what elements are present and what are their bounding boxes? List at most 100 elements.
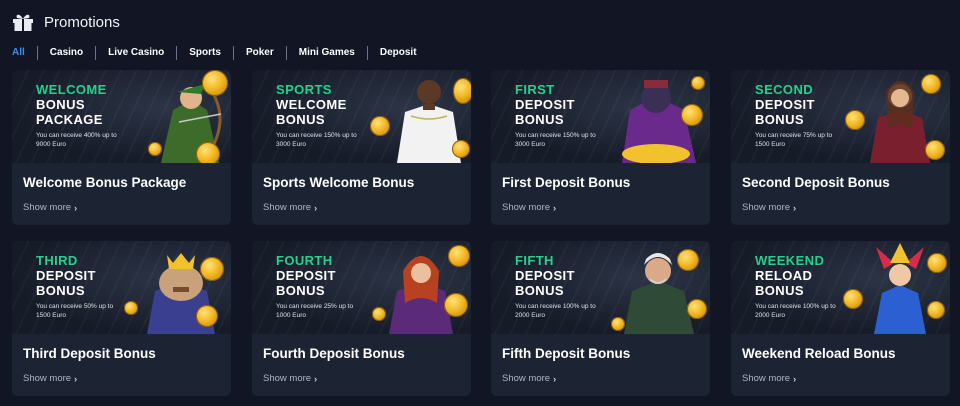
filter-casino[interactable]: Casino [36, 46, 95, 60]
show-more-link[interactable]: Show more › [263, 373, 317, 384]
promo-title[interactable]: Third Deposit Bonus [23, 346, 156, 361]
banner-line-1: THIRD [36, 253, 78, 268]
filter-live-casino[interactable]: Live Casino [95, 46, 176, 60]
promo-title[interactable]: Fifth Deposit Bonus [502, 346, 630, 361]
banner-line-2: RELOAD [755, 268, 813, 283]
banner-line-1: WEEKEND [755, 253, 825, 268]
banner-line-2: DEPOSIT [755, 97, 815, 112]
show-more-label: Show more [502, 202, 551, 213]
banner-line-2: WELCOME [276, 97, 347, 112]
banner-line-3: BONUS [755, 283, 804, 298]
promo-card-third-deposit[interactable]: THIRD DEPOSIT BONUS You can receive 50% … [12, 241, 231, 396]
coin-icon [452, 140, 470, 158]
chevron-right-icon: › [553, 202, 557, 213]
banner-line-1: SECOND [755, 82, 814, 97]
coin-icon [448, 245, 470, 267]
banner-line-1: WELCOME [36, 82, 107, 97]
filter-all[interactable]: All [12, 46, 37, 60]
coin-icon [370, 116, 390, 136]
chevron-right-icon: › [74, 202, 78, 213]
filter-sports[interactable]: Sports [176, 46, 233, 60]
coin-icon [444, 293, 468, 317]
banner-line-1: SPORTS [276, 82, 332, 97]
banner-line-3: BONUS [276, 112, 325, 127]
banner-description: You can receive 400% up to 9000 Euro [36, 132, 117, 148]
show-more-link[interactable]: Show more › [742, 202, 796, 213]
banner-headline: SECOND DEPOSIT BONUS [755, 82, 815, 127]
banner-line-3: PACKAGE [36, 112, 103, 127]
banner-description: You can receive 150% up to 3000 Euro [276, 132, 357, 148]
show-more-link[interactable]: Show more › [23, 373, 77, 384]
banner-headline: THIRD DEPOSIT BONUS [36, 253, 96, 298]
banner-line-3: BONUS [515, 283, 564, 298]
promo-card-fourth-deposit[interactable]: FOURTH DEPOSIT BONUS You can receive 25%… [252, 241, 471, 396]
show-more-link[interactable]: Show more › [742, 373, 796, 384]
page-title: Promotions [44, 13, 120, 31]
banner-description: You can receive 100% up to 2000 Euro [515, 303, 596, 319]
banner-line-1: FIFTH [515, 253, 554, 268]
promo-banner[interactable]: FIFTH DEPOSIT BONUS You can receive 100%… [491, 241, 710, 334]
banner-line-2: DEPOSIT [515, 97, 575, 112]
coin-icon [202, 70, 228, 96]
filter-poker[interactable]: Poker [232, 46, 286, 60]
coin-icon [611, 317, 625, 331]
coin-icon [148, 142, 162, 156]
show-more-label: Show more [263, 373, 312, 384]
promo-title[interactable]: Fourth Deposit Bonus [263, 346, 405, 361]
show-more-label: Show more [742, 202, 791, 213]
banner-line-3: BONUS [36, 283, 85, 298]
promo-banner[interactable]: WEEKEND RELOAD BONUS You can receive 100… [731, 241, 950, 334]
banner-line-3: BONUS [515, 112, 564, 127]
promo-banner[interactable]: WELCOME BONUS PACKAGE You can receive 40… [12, 70, 231, 163]
coin-icon [691, 76, 705, 90]
show-more-link[interactable]: Show more › [23, 202, 77, 213]
banner-description: You can receive 100% up to 2000 Euro [755, 303, 836, 319]
banner-headline: FIRST DEPOSIT BONUS [515, 82, 575, 127]
banner-line-3: BONUS [276, 283, 325, 298]
promo-title[interactable]: First Deposit Bonus [502, 175, 630, 190]
filter-deposit[interactable]: Deposit [366, 46, 429, 60]
banner-line-3: BONUS [755, 112, 804, 127]
promo-title[interactable]: Welcome Bonus Package [23, 175, 186, 190]
banner-headline: FIFTH DEPOSIT BONUS [515, 253, 575, 298]
page-header: Promotions [12, 10, 120, 34]
coin-icon [921, 74, 941, 94]
show-more-link[interactable]: Show more › [263, 202, 317, 213]
promo-title[interactable]: Sports Welcome Bonus [263, 175, 414, 190]
banner-description: You can receive 25% up to 1000 Euro [276, 303, 354, 319]
promo-card-welcome[interactable]: WELCOME BONUS PACKAGE You can receive 40… [12, 70, 231, 225]
banner-line-2: DEPOSIT [36, 268, 96, 283]
promo-banner[interactable]: THIRD DEPOSIT BONUS You can receive 50% … [12, 241, 231, 334]
promo-title[interactable]: Second Deposit Bonus [742, 175, 890, 190]
show-more-label: Show more [263, 202, 312, 213]
promo-card-sports-welcome[interactable]: SPORTS WELCOME BONUS You can receive 150… [252, 70, 471, 225]
promo-card-fifth-deposit[interactable]: FIFTH DEPOSIT BONUS You can receive 100%… [491, 241, 710, 396]
coin-icon [927, 253, 947, 273]
banner-line-1: FOURTH [276, 253, 333, 268]
promo-banner[interactable]: SPORTS WELCOME BONUS You can receive 150… [252, 70, 471, 163]
promo-banner[interactable]: FOURTH DEPOSIT BONUS You can receive 25%… [252, 241, 471, 334]
promo-banner[interactable]: SECOND DEPOSIT BONUS You can receive 75%… [731, 70, 950, 163]
coin-icon [925, 140, 945, 160]
coin-icon [200, 257, 224, 281]
show-more-link[interactable]: Show more › [502, 373, 556, 384]
coin-icon [453, 78, 471, 104]
gift-icon [13, 14, 33, 31]
promo-banner[interactable]: FIRST DEPOSIT BONUS You can receive 150%… [491, 70, 710, 163]
banner-headline: WEEKEND RELOAD BONUS [755, 253, 824, 298]
promo-card-first-deposit[interactable]: FIRST DEPOSIT BONUS You can receive 150%… [491, 70, 710, 225]
filter-mini-games[interactable]: Mini Games [285, 46, 367, 60]
coin-icon [196, 142, 220, 163]
banner-headline: WELCOME BONUS PACKAGE [36, 82, 107, 127]
show-more-link[interactable]: Show more › [502, 202, 556, 213]
chevron-right-icon: › [74, 373, 78, 384]
coin-icon [681, 104, 703, 126]
promo-card-weekend-reload[interactable]: WEEKEND RELOAD BONUS You can receive 100… [731, 241, 950, 396]
coin-icon [196, 305, 218, 327]
chevron-right-icon: › [793, 202, 797, 213]
promo-card-second-deposit[interactable]: SECOND DEPOSIT BONUS You can receive 75%… [731, 70, 950, 225]
show-more-label: Show more [502, 373, 551, 384]
promo-title[interactable]: Weekend Reload Bonus [742, 346, 896, 361]
chevron-right-icon: › [553, 373, 557, 384]
banner-headline: SPORTS WELCOME BONUS [276, 82, 347, 127]
